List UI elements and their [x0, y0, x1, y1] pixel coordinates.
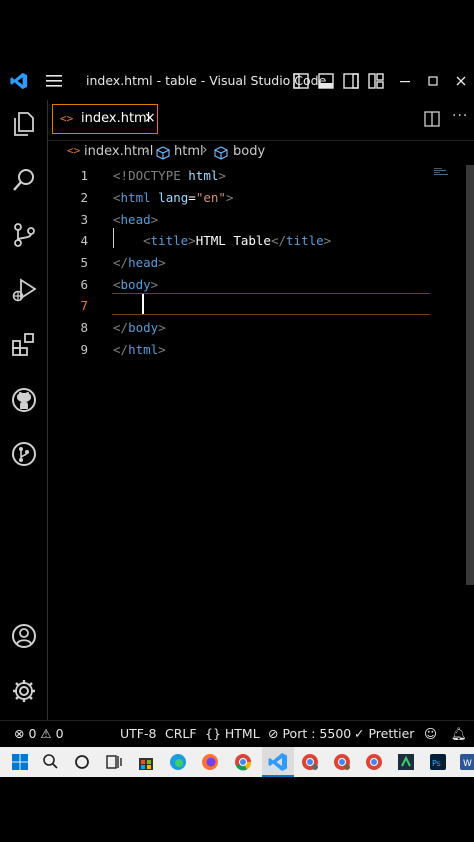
port-label: Port : 5500: [282, 726, 352, 741]
language-label: HTML: [224, 726, 260, 741]
more-actions-icon[interactable]: ···: [452, 108, 468, 124]
code-line-1: <!DOCTYPE html>: [113, 168, 226, 183]
github-icon[interactable]: [10, 386, 38, 414]
element-cube-icon: [156, 146, 170, 160]
eol-selector[interactable]: CRLF: [165, 726, 197, 741]
problems-indicator[interactable]: ⊗ 0 ⚠ 0: [14, 726, 64, 741]
warning-count: 0: [55, 726, 64, 741]
tab-close-button[interactable]: ×: [144, 110, 156, 126]
prettier-label: Prettier: [368, 726, 415, 741]
vscode-taskbar-icon[interactable]: [268, 752, 288, 772]
line-number: 3: [80, 212, 88, 227]
code-line-5: </head>: [113, 255, 166, 270]
prettier-status[interactable]: ✓ Prettier: [354, 726, 414, 741]
code-line-2: <html lang="en">: [113, 190, 234, 205]
feedback-icon[interactable]: ☺: [424, 726, 437, 741]
encoding-selector[interactable]: UTF-8: [120, 726, 156, 741]
live-server-port[interactable]: ⊘ Port : 5500: [268, 726, 351, 741]
code-line-4: <title>HTML Table</title>: [143, 233, 332, 248]
error-count: 0: [28, 726, 37, 741]
activity-bar: [0, 100, 48, 720]
tab-index-html[interactable]: <> index.html ×: [52, 104, 158, 134]
chrome-profile-icon[interactable]: [332, 752, 352, 772]
check-double-icon: ✓: [354, 726, 365, 741]
photoshop-icon[interactable]: Ps: [428, 752, 448, 772]
minimap[interactable]: [434, 167, 450, 179]
language-mode[interactable]: {} HTML: [205, 726, 260, 741]
line-number: 2: [80, 190, 88, 205]
code-line-3: <head>: [113, 212, 159, 227]
active-line-highlight: [112, 293, 430, 315]
element-cube-icon: [214, 146, 228, 160]
error-icon: ⊗: [14, 726, 25, 741]
accounts-icon[interactable]: [10, 622, 38, 650]
taskbar-search-icon[interactable]: [40, 752, 60, 772]
notifications-bell-icon[interactable]: 🔔︎: [451, 726, 467, 742]
svg-text:Ps: Ps: [432, 759, 441, 768]
menu-icon[interactable]: [45, 72, 63, 90]
warning-icon: ⚠: [40, 726, 52, 741]
line-number: 5: [80, 255, 88, 270]
line-number: 6: [80, 277, 88, 292]
word-icon[interactable]: W: [458, 752, 474, 772]
settings-gear-icon[interactable]: [10, 677, 38, 705]
code-line-6: <body>: [113, 277, 159, 292]
search-icon[interactable]: [10, 166, 38, 194]
chrome-profile-icon[interactable]: [300, 752, 320, 772]
breadcrumb-item-body[interactable]: body: [233, 144, 265, 159]
text-cursor: [142, 294, 144, 314]
git-app-icon[interactable]: [396, 752, 416, 772]
line-number: 4: [80, 233, 88, 248]
source-control-icon[interactable]: [10, 221, 38, 249]
windows-taskbar: Ps W: [0, 747, 474, 777]
title-bar: index.html - table - Visual Studio Code: [0, 62, 474, 101]
customize-layout-icon[interactable]: [367, 72, 385, 90]
explorer-icon[interactable]: [10, 110, 38, 138]
close-window-icon[interactable]: [452, 72, 470, 90]
toggle-primary-sidebar-icon[interactable]: [292, 72, 310, 90]
breadcrumb-item-html[interactable]: html: [174, 144, 204, 159]
breadcrumb-chevron-icon: ›: [202, 142, 208, 158]
vscode-logo-icon: [10, 72, 28, 90]
braces-icon: {}: [205, 726, 221, 741]
split-editor-icon[interactable]: [424, 111, 440, 127]
chrome-icon[interactable]: [233, 752, 253, 772]
breadcrumb-file[interactable]: index.html: [84, 144, 153, 159]
broadcast-icon: ⊘: [268, 726, 279, 741]
chrome-profile-icon[interactable]: [364, 752, 384, 772]
git-graph-icon[interactable]: [10, 440, 38, 468]
toggle-panel-icon[interactable]: [317, 72, 335, 90]
svg-text:W: W: [463, 759, 472, 769]
line-number: 1: [80, 168, 88, 183]
microsoft-store-icon[interactable]: [136, 752, 156, 772]
vertical-scrollbar[interactable]: [466, 165, 474, 585]
firefox-icon[interactable]: [200, 752, 220, 772]
tab-label: index.html: [81, 111, 151, 126]
status-bar: ⊗ 0 ⚠ 0 UTF-8 CRLF {} HTML ⊘ Port : 5500…: [0, 720, 474, 748]
line-number: 9: [80, 342, 88, 357]
code-line-8: </body>: [113, 320, 166, 335]
minimize-icon[interactable]: [396, 72, 414, 90]
maximize-icon[interactable]: [424, 72, 442, 90]
code-editor[interactable]: 1 2 3 4 5 6 7 8 9 <!DOCTYPE html> <html …: [48, 165, 474, 720]
edge-browser-icon[interactable]: [168, 752, 188, 772]
breadcrumb: <> index.html › html › body: [48, 141, 474, 165]
extensions-icon[interactable]: [10, 331, 38, 359]
editor-tab-strip: <> index.html × ···: [48, 100, 474, 141]
breadcrumb-chevron-icon: ›: [144, 142, 150, 158]
line-number: 8: [80, 320, 88, 335]
task-view-icon[interactable]: [104, 752, 124, 772]
breadcrumb-html-file-icon: <>: [67, 144, 81, 157]
code-line-9: </html>: [113, 342, 166, 357]
windows-start-icon[interactable]: [10, 752, 30, 772]
indent-guide: [113, 228, 114, 248]
run-debug-icon[interactable]: [10, 276, 38, 304]
cortana-icon[interactable]: [72, 752, 92, 772]
toggle-secondary-sidebar-icon[interactable]: [342, 72, 360, 90]
html-file-icon: <>: [60, 112, 74, 125]
line-number-active: 7: [80, 298, 88, 313]
window-title: index.html - table - Visual Studio Code: [86, 73, 327, 88]
